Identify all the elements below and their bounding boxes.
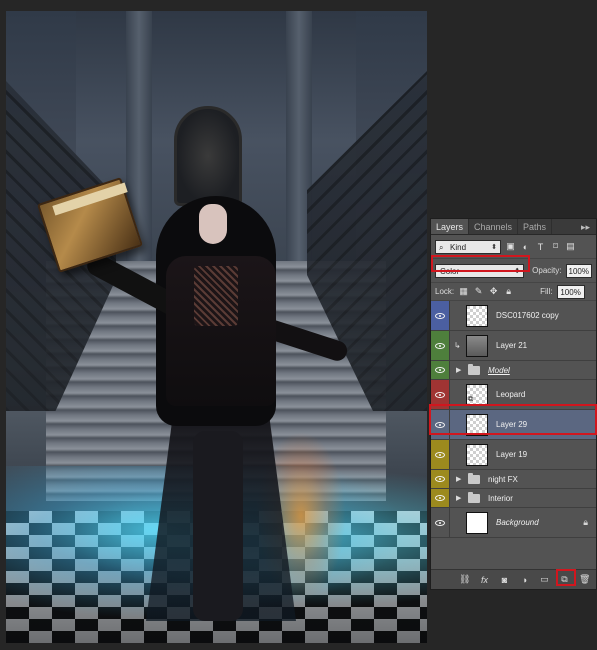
- opacity-label: Opacity:: [532, 266, 562, 275]
- eye-icon: [435, 519, 445, 526]
- layer-name: night FX: [488, 474, 518, 484]
- visibility-toggle[interactable]: [431, 489, 450, 507]
- eye-icon: [435, 391, 445, 398]
- layer-thumbnail: [466, 511, 488, 534]
- add-mask-icon[interactable]: ◙: [499, 575, 510, 585]
- folder-icon: [468, 472, 480, 484]
- lock-icon: 🔒︎: [583, 517, 588, 527]
- layer-row-layer-21[interactable]: ↳ Layer 21: [431, 331, 596, 361]
- document-canvas[interactable]: [6, 11, 427, 643]
- eye-icon: [435, 451, 445, 458]
- smart-object-badge-icon: ⧉: [468, 395, 473, 403]
- eye-icon: [435, 342, 445, 349]
- new-group-icon[interactable]: ▭: [539, 574, 550, 585]
- tab-channels[interactable]: Channels: [469, 219, 519, 234]
- visibility-toggle[interactable]: [431, 440, 450, 469]
- filter-kind-dropdown[interactable]: ⌕ Kind ⬍: [435, 239, 501, 254]
- folder-icon: [468, 491, 480, 503]
- highlight-layer-29: [429, 404, 597, 435]
- lock-position-icon[interactable]: ✥: [488, 286, 499, 297]
- search-icon: ⌕: [439, 242, 444, 252]
- layer-name: Background: [496, 518, 539, 527]
- image-filter-icon[interactable]: ▣: [505, 241, 516, 252]
- visibility-toggle[interactable]: [431, 508, 450, 537]
- visibility-toggle[interactable]: [431, 331, 450, 360]
- visibility-toggle[interactable]: [431, 361, 450, 379]
- tab-paths[interactable]: Paths: [518, 219, 553, 234]
- panel-tab-bar: Layers Channels Paths ▸▸: [431, 219, 596, 235]
- layer-name: Leopard: [496, 390, 526, 399]
- lock-image-icon[interactable]: ✎: [473, 286, 484, 297]
- expand-arrow-icon[interactable]: ▶: [456, 366, 466, 374]
- lock-all-icon[interactable]: 🔒︎: [503, 286, 514, 297]
- fx-icon[interactable]: fx: [479, 575, 490, 585]
- artwork-figure-legs: [193, 431, 243, 621]
- fill-field[interactable]: 100%: [556, 284, 585, 299]
- adjustment-layer-icon[interactable]: ◑: [519, 575, 530, 585]
- highlight-new-layer-button: [556, 569, 576, 586]
- layer-name: DSC017602 copy: [496, 311, 559, 320]
- visibility-toggle[interactable]: [431, 301, 450, 330]
- layer-row-background[interactable]: Background 🔒︎: [431, 508, 596, 538]
- shape-filter-icon[interactable]: ⌑: [550, 241, 561, 252]
- tab-layers[interactable]: Layers: [431, 219, 470, 234]
- layer-thumbnail: [466, 334, 488, 357]
- lock-transparent-icon[interactable]: ▦: [458, 286, 469, 297]
- artwork-mirror: [174, 106, 242, 206]
- lock-label: Lock:: [435, 287, 455, 296]
- filter-kind-label: Kind: [450, 242, 467, 252]
- highlight-blend-mode: [431, 255, 530, 272]
- adjustment-filter-icon[interactable]: ◐: [520, 241, 531, 252]
- eye-icon: [435, 476, 445, 482]
- delete-layer-icon[interactable]: 🗑︎: [579, 574, 590, 585]
- link-layers-icon[interactable]: ⛓: [459, 574, 470, 585]
- layer-thumbnail: ⧉: [466, 383, 488, 406]
- lock-row: Lock: ▦ ✎ ✥ 🔒︎ Fill: 100%: [431, 283, 596, 301]
- chevron-updown-icon: ⬍: [491, 243, 497, 251]
- folder-icon: [468, 363, 480, 375]
- artwork-figure-face: [199, 204, 227, 244]
- layer-row-interior-group[interactable]: ▶ Interior: [431, 489, 596, 508]
- layer-name: Interior: [488, 493, 513, 503]
- layer-row-dsc017602-copy[interactable]: DSC017602 copy: [431, 301, 596, 331]
- panel-menu-icon[interactable]: ▸▸: [581, 219, 590, 235]
- layer-name: Model: [488, 365, 510, 375]
- opacity-field[interactable]: 100%: [565, 263, 592, 278]
- smart-object-filter-icon[interactable]: ▤: [565, 241, 576, 252]
- visibility-toggle[interactable]: [431, 470, 450, 488]
- expand-arrow-icon[interactable]: ▶: [456, 475, 466, 483]
- fill-label: Fill:: [540, 287, 553, 296]
- artwork-figure-lace: [194, 266, 238, 326]
- type-filter-icon[interactable]: T: [535, 241, 546, 252]
- layer-row-layer-19[interactable]: Layer 19: [431, 440, 596, 470]
- eye-icon: [435, 495, 445, 501]
- expand-arrow-icon[interactable]: ▶: [456, 494, 466, 502]
- layer-list: DSC017602 copy ↳ Layer 21 ▶ Model ⧉ Leop…: [431, 301, 596, 569]
- layer-name: Layer 21: [496, 341, 528, 350]
- clipping-mask-icon: ↳: [454, 341, 461, 350]
- layer-name: Layer 19: [496, 450, 528, 459]
- eye-icon: [435, 367, 445, 373]
- eye-icon: [435, 312, 445, 319]
- layer-row-model-group[interactable]: ▶ Model: [431, 361, 596, 380]
- layer-thumbnail: [466, 443, 488, 466]
- layer-row-night-fx-group[interactable]: ▶ night FX: [431, 470, 596, 489]
- photoshop-window: Layers Channels Paths ▸▸ ⌕ Kind ⬍ ▣ ◐ T …: [0, 0, 597, 650]
- layer-thumbnail: [466, 304, 488, 327]
